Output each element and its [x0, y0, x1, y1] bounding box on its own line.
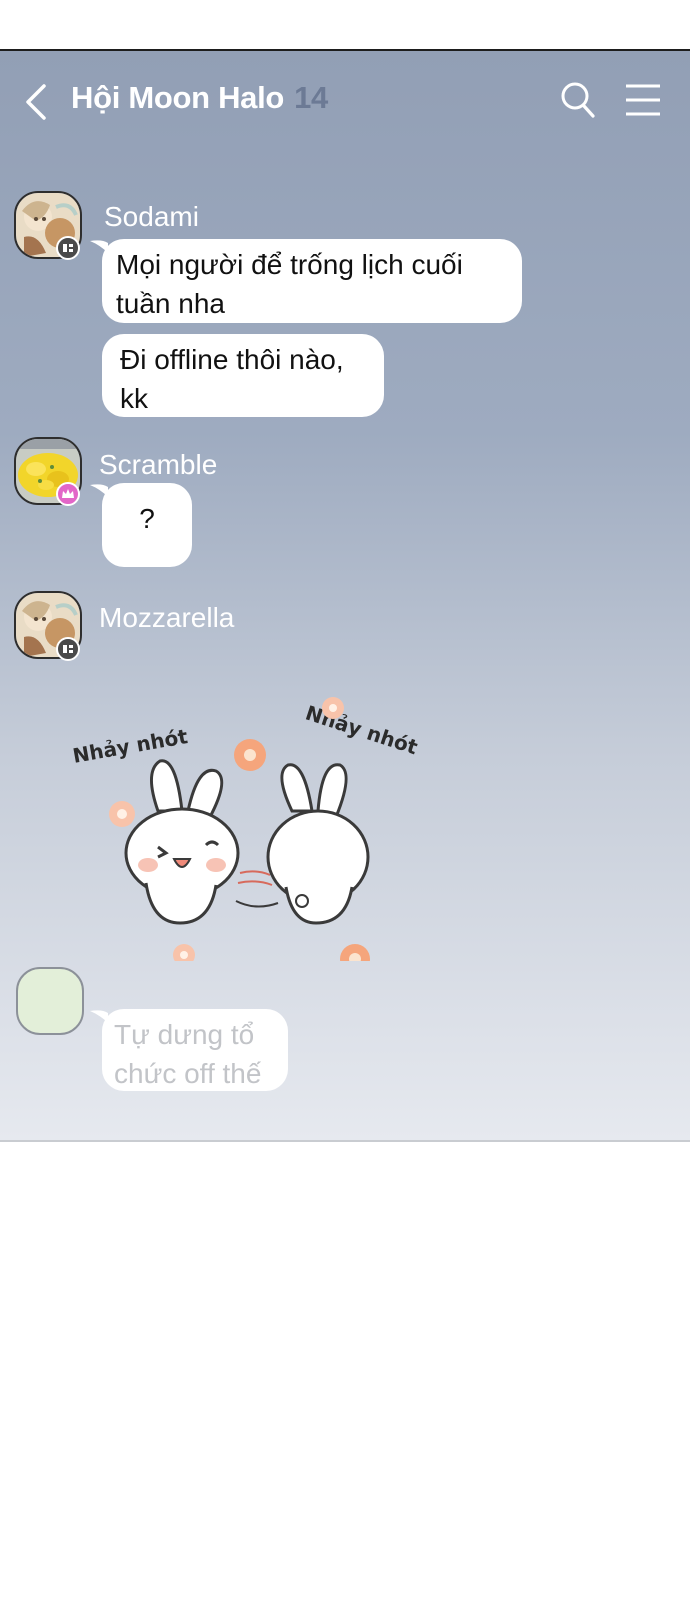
rabbit-dance-sticker[interactable]: Nhảy nhót Nhảy nhót: [60, 661, 460, 961]
message-line: ?: [139, 503, 155, 534]
message-bubble[interactable]: Đi offline thôi nào, kk: [102, 334, 384, 417]
sender-name: Mozzarella: [99, 602, 235, 633]
sticker-text-right: Nhảy nhót: [303, 701, 421, 760]
message-bubble[interactable]: Mọi người để trống lịch cuối tuần nha: [102, 239, 522, 323]
flower-icon: [109, 801, 135, 827]
avatar-placeholder[interactable]: [16, 967, 84, 1035]
message-line: Đi offline thôi nào,: [120, 344, 344, 375]
rabbit-left: [124, 759, 240, 925]
flower-icon: [340, 944, 370, 961]
member-badge-icon: [56, 236, 80, 260]
status-area: [0, 0, 690, 49]
hamburger-menu-icon[interactable]: [624, 83, 662, 117]
member-badge-icon: [56, 637, 80, 661]
flower-icon: [234, 739, 266, 771]
rabbit-right: [266, 763, 370, 925]
search-icon[interactable]: [560, 81, 596, 119]
message-bubble[interactable]: Tự dưng tổ chức off thế: [102, 1009, 288, 1091]
flower-icon: [173, 944, 195, 961]
member-count: 14: [294, 80, 328, 115]
message-line: chức off thế: [114, 1058, 262, 1089]
flower-icon: [322, 697, 344, 719]
chat-title: Hội Moon Halo 14: [71, 80, 328, 116]
back-arrow-icon[interactable]: [22, 82, 52, 122]
sender-name: Sodami: [104, 201, 199, 232]
sticker-text-left: Nhảy nhót: [71, 724, 190, 768]
chat-room: Hội Moon Halo 14 Sodami Mọi người để trố…: [0, 49, 690, 1142]
message-line: tuần nha: [116, 288, 225, 319]
message-bubble[interactable]: ?: [102, 483, 192, 567]
crown-badge-icon: [56, 482, 80, 506]
chat-header: Hội Moon Halo 14: [0, 51, 690, 151]
message-line: Mọi người để trống lịch cuối: [116, 249, 463, 280]
sender-name: Scramble: [99, 449, 218, 480]
message-line: kk: [120, 383, 148, 414]
message-line: Tự dưng tổ: [114, 1019, 255, 1050]
room-name: Hội Moon Halo: [71, 80, 285, 115]
